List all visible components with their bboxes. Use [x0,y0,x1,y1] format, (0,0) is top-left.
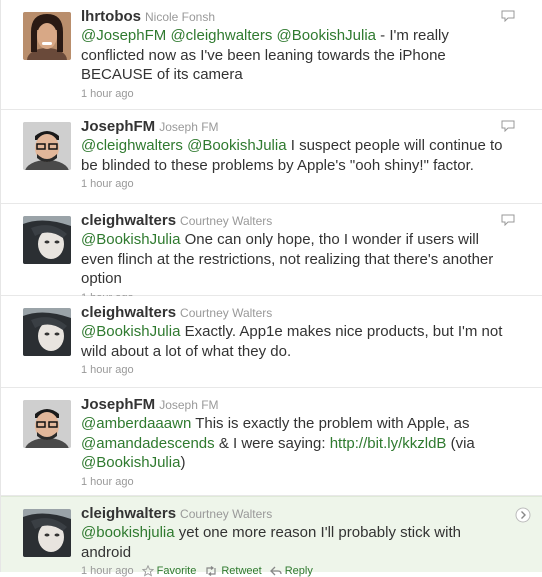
mention-link[interactable]: @BookishJulia [81,231,180,248]
text-segment: ) [180,454,186,471]
avatar[interactable] [23,122,71,170]
mention-link[interactable]: @cleighwalters [170,27,272,44]
screen-name[interactable]: cleighwalters [81,212,176,229]
text-segment: (via [446,434,479,452]
timestamp-link[interactable]: 1 hour ago [81,364,134,376]
tweet-text: @amberdaaawn This is exactly the problem… [81,414,515,473]
mention-link[interactable]: @BookishJulia [81,454,180,471]
timestamp-link[interactable]: 1 hour ago [81,565,134,577]
tweet-item[interactable]: JosephFM Joseph FM @amberdaaawn This is e… [1,388,542,496]
tweet-text: @JosephFM @cleighwalters @BookishJulia -… [81,26,515,85]
avatar[interactable] [23,216,71,264]
full-name: Courtney Walters [180,214,273,228]
avatar[interactable] [23,308,71,356]
full-name: Courtney Walters [180,507,273,521]
text-segment: & I were saying: [214,434,330,452]
mention-link[interactable]: @JosephFM [81,27,166,44]
tweet-text: @BookishJulia One can only hope, tho I w… [81,230,515,289]
star-icon [141,565,154,577]
reply-label: Reply [284,565,313,577]
timeline: lhrtobos Nicole Fonsh @JosephFM @cleighwa… [0,0,542,577]
full-name: Joseph FM [159,120,219,134]
mention-link[interactable]: @cleighwalters [81,137,183,154]
retweet-button[interactable]: Retweet [204,565,262,577]
chevron-right-circle-icon[interactable] [515,507,531,523]
mention-link[interactable]: @BookishJulia [277,27,376,44]
screen-name[interactable]: cleighwalters [81,304,176,321]
text-segment: This is exactly the problem with Apple, … [191,415,474,432]
avatar[interactable] [23,400,71,448]
favorite-button[interactable]: Favorite [141,565,197,577]
timestamp-link[interactable]: 1 hour ago [81,88,134,100]
speech-bubble-icon[interactable] [501,120,515,132]
timestamp-link[interactable]: 1 hour ago [81,476,134,488]
speech-bubble-icon[interactable] [501,214,515,226]
favorite-label: Favorite [156,565,197,577]
timestamp-link[interactable]: 1 hour ago [81,178,134,190]
tweet-item[interactable]: JosephFM Joseph FM @cleighwalters @Bookis… [1,110,542,204]
tweet-item[interactable]: cleighwalters Courtney Walters @BookishJu… [1,296,542,388]
url-link[interactable]: http://bit.ly/kkzldB [330,435,447,452]
tweet-text: @BookishJulia Exactly. App1e makes nice … [81,322,515,361]
retweet-icon [206,566,216,576]
tweet-item[interactable]: cleighwalters Courtney Walters @BookishJu… [1,204,542,304]
avatar[interactable] [23,12,71,60]
reply-button[interactable]: Reply [269,565,313,577]
screen-name[interactable]: lhrtobos [81,8,141,25]
speech-bubble-icon[interactable] [501,10,515,22]
reply-arrow-icon [269,566,282,576]
avatar[interactable] [23,509,71,557]
mention-link[interactable]: @BookishJulia [187,137,286,154]
tweet-item-active[interactable]: cleighwalters Courtney Walters @bookishju… [1,496,542,577]
mention-link[interactable]: @amandadescends [81,435,215,452]
screen-name[interactable]: cleighwalters [81,505,176,522]
tweet-text: @cleighwalters @BookishJulia I suspect p… [81,136,515,175]
mention-link[interactable]: @BookishJulia [81,323,180,340]
screen-name[interactable]: JosephFM [81,396,155,413]
mention-link[interactable]: @amberdaaawn [81,415,191,432]
retweet-label: Retweet [221,565,262,577]
tweet-text: @bookishjulia yet one more reason I'll p… [81,523,515,562]
screen-name[interactable]: JosephFM [81,118,155,135]
full-name: Joseph FM [159,398,219,412]
tweet-item[interactable]: lhrtobos Nicole Fonsh @JosephFM @cleighwa… [1,0,542,110]
full-name: Nicole Fonsh [145,10,216,24]
full-name: Courtney Walters [180,306,273,320]
mention-link[interactable]: @bookishjulia [81,524,175,541]
